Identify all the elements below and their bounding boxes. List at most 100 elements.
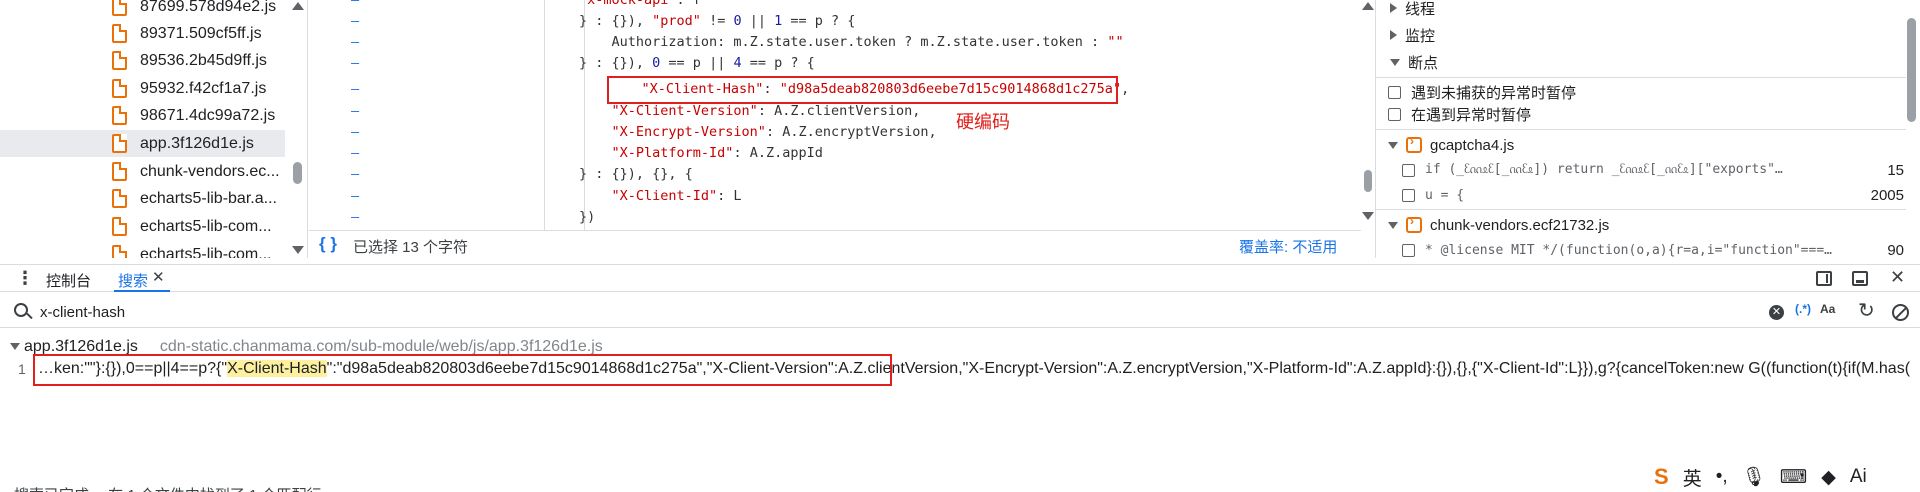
code-token: } : {}), xyxy=(579,55,653,71)
breakpoint-item[interactable]: * @license MIT */(function(o,a){r=a,i="f… xyxy=(1402,238,1918,258)
selection-status: 已选择 13 个字符 xyxy=(353,239,469,256)
tab-console[interactable]: 控制台 xyxy=(46,270,91,291)
code-line[interactable]: – "X-Client-Version": A.Z.clientVersion, xyxy=(309,103,1361,124)
js-file-icon xyxy=(112,162,127,181)
tab-search[interactable]: 搜索 xyxy=(118,270,148,291)
section-title: 线程 xyxy=(1405,0,1436,18)
breakpoint-checkbox[interactable] xyxy=(1402,163,1415,177)
gutter-marker[interactable]: – xyxy=(351,145,359,161)
breakpoint-checkbox[interactable] xyxy=(1402,243,1415,257)
gutter-marker[interactable]: – xyxy=(351,209,359,225)
search-input[interactable] xyxy=(40,300,1740,324)
microphone-icon[interactable]: 🎙 xyxy=(1742,465,1766,489)
code-line[interactable]: –} : {}), 0 == p || 4 == p ? { xyxy=(309,55,1361,76)
file-tree-item[interactable]: 89536.2b45d9ff.js xyxy=(0,47,285,74)
more-options-icon[interactable]: ⋮ xyxy=(16,269,34,287)
code-token: } : {}), {}, { xyxy=(579,166,693,182)
file-tree-item[interactable]: 89371.509cf5ff.js xyxy=(0,20,285,47)
gutter-marker[interactable]: – xyxy=(351,103,359,119)
breakpoint-file-name: chunk-vendors.ecf21732.js xyxy=(1430,216,1610,234)
file-tree-scrollbar-thumb[interactable] xyxy=(293,162,302,184)
pretty-print-braces-icon[interactable]: { } xyxy=(319,234,337,254)
js-file-icon xyxy=(112,134,127,153)
keyboard-icon[interactable]: ⌨ xyxy=(1780,466,1807,489)
breakpoints-section-header[interactable]: 断点 xyxy=(1390,50,1920,74)
file-tree-item[interactable]: 87699.578d94e2.js xyxy=(0,0,285,20)
code-token: == p ? { xyxy=(741,55,815,71)
file-tree-item-selected[interactable]: app.3f126d1e.js xyxy=(0,130,285,157)
editor-scroll-up-icon[interactable] xyxy=(1362,2,1374,10)
gutter-marker[interactable]: – xyxy=(351,124,359,140)
pause-uncaught-option[interactable]: 遇到未捕获的异常时暂停 xyxy=(1388,80,1918,104)
code-line[interactable]: – "X-Platform-Id": A.Z.appId xyxy=(309,145,1361,166)
ime-ai-button[interactable]: Ai xyxy=(1850,466,1867,488)
clear-search-icon[interactable]: ✕ xyxy=(1769,305,1784,320)
file-tree-item[interactable]: echarts5-lib-com... xyxy=(0,241,285,258)
gutter-marker[interactable]: – xyxy=(351,34,359,50)
ime-punctuation-icon[interactable]: •, xyxy=(1716,466,1728,488)
search-icon xyxy=(14,303,28,317)
pause-uncaught-checkbox[interactable] xyxy=(1388,85,1401,99)
scroll-up-arrow-icon[interactable] xyxy=(292,2,304,10)
pause-caught-checkbox[interactable] xyxy=(1388,107,1401,121)
code-token: "X-Client-Id" xyxy=(579,188,718,204)
refresh-icon[interactable]: ↻ xyxy=(1858,298,1875,323)
editor-scrollbar-thumb[interactable] xyxy=(1364,170,1372,192)
js-file-icon xyxy=(112,24,127,43)
coverage-status[interactable]: 覆盖率: 不适用 xyxy=(1239,236,1337,257)
js-file-icon xyxy=(112,106,127,125)
breakpoint-item[interactable]: u = { 2005 xyxy=(1402,183,1918,207)
sources-panel: 87699.578d94e2.js 89371.509cf5ff.js 8953… xyxy=(0,0,1920,258)
gutter-marker[interactable]: – xyxy=(351,188,359,204)
clear-results-icon[interactable] xyxy=(1892,304,1909,321)
threads-section-header[interactable]: 线程 xyxy=(1390,0,1920,20)
collapse-arrow-icon xyxy=(1388,141,1398,149)
gutter-marker[interactable]: – xyxy=(351,81,359,97)
code-line[interactable]: –}) xyxy=(309,209,1361,230)
annotation-box xyxy=(33,354,892,386)
divider xyxy=(1376,77,1906,78)
dock-side-icon[interactable] xyxy=(1816,271,1832,286)
regex-toggle-icon[interactable]: (.*) xyxy=(1795,302,1811,316)
code-text: "X-Client-Version": A.Z.clientVersion, xyxy=(579,103,921,119)
code-token: != xyxy=(700,13,734,29)
file-tree-item[interactable]: echarts5-lib-bar.a... xyxy=(0,185,285,212)
skin-icon[interactable]: ◆ xyxy=(1821,466,1836,489)
close-drawer-icon[interactable]: ✕ xyxy=(1890,267,1905,288)
file-tree-item[interactable]: chunk-vendors.ec... xyxy=(0,158,285,185)
code-line[interactable]: – "x-mock-api": f xyxy=(309,0,1361,13)
file-name: 98671.4dc99a72.js xyxy=(140,106,276,124)
breakpoint-checkbox[interactable] xyxy=(1402,188,1415,202)
code-line[interactable]: – Authorization: m.Z.state.user.token ? … xyxy=(309,34,1361,55)
code-token: == p ? { xyxy=(782,13,856,29)
code-editor[interactable]: – "x-mock-api": f –} : {}), "prod" != 0 ||… xyxy=(309,0,1361,230)
close-tab-icon[interactable]: ✕ xyxy=(152,268,165,286)
pause-caught-option[interactable]: 在遇到异常时暂停 xyxy=(1388,102,1918,126)
editor-scroll-down-icon[interactable] xyxy=(1362,212,1374,220)
option-label: 在遇到异常时暂停 xyxy=(1411,106,1532,124)
match-case-icon[interactable]: Aa xyxy=(1820,302,1835,316)
file-tree-item[interactable]: 98671.4dc99a72.js xyxy=(0,102,285,129)
code-line[interactable]: – } : {}), {}, { xyxy=(309,166,1361,187)
breakpoint-item[interactable]: if (_ᦷᦶᦸᦷ[_ᦶᦷᦸ]) return _ᦷᦶᦸᦷ[_ᦶᦷᦸ]["exp… xyxy=(1402,158,1918,182)
gutter-marker[interactable]: – xyxy=(351,55,359,71)
scroll-down-arrow-icon[interactable] xyxy=(292,246,304,254)
ime-logo-icon[interactable]: S xyxy=(1654,464,1669,490)
sidebar-scrollbar-thumb[interactable] xyxy=(1907,18,1916,122)
code-line[interactable]: –} : {}), "prod" != 0 || 1 == p ? { xyxy=(309,13,1361,34)
breakpoint-file-header[interactable]: gcaptcha4.js xyxy=(1388,133,1918,157)
ime-language-toggle[interactable]: 英 xyxy=(1683,464,1702,491)
file-tree-item[interactable]: echarts5-lib-com... xyxy=(0,213,285,240)
code-line[interactable]: – "X-Client-Id": L xyxy=(309,188,1361,209)
breakpoint-file-header[interactable]: chunk-vendors.ecf21732.js xyxy=(1388,213,1918,237)
js-file-icon xyxy=(112,245,127,258)
code-line[interactable]: – "X-Encrypt-Version": A.Z.encryptVersio… xyxy=(309,124,1361,145)
move-drawer-icon[interactable] xyxy=(1852,271,1868,286)
gutter-marker[interactable]: – xyxy=(351,166,359,182)
gutter-marker[interactable]: – xyxy=(351,0,359,8)
watch-section-header[interactable]: 监控 xyxy=(1390,23,1920,47)
js-file-icon xyxy=(112,79,127,98)
file-tree-item[interactable]: 95932.f42cf1a7.js xyxy=(0,75,285,102)
code-token: Authorization: m.Z.state.user.token ? m.… xyxy=(579,34,1108,50)
gutter-marker[interactable]: – xyxy=(351,13,359,29)
